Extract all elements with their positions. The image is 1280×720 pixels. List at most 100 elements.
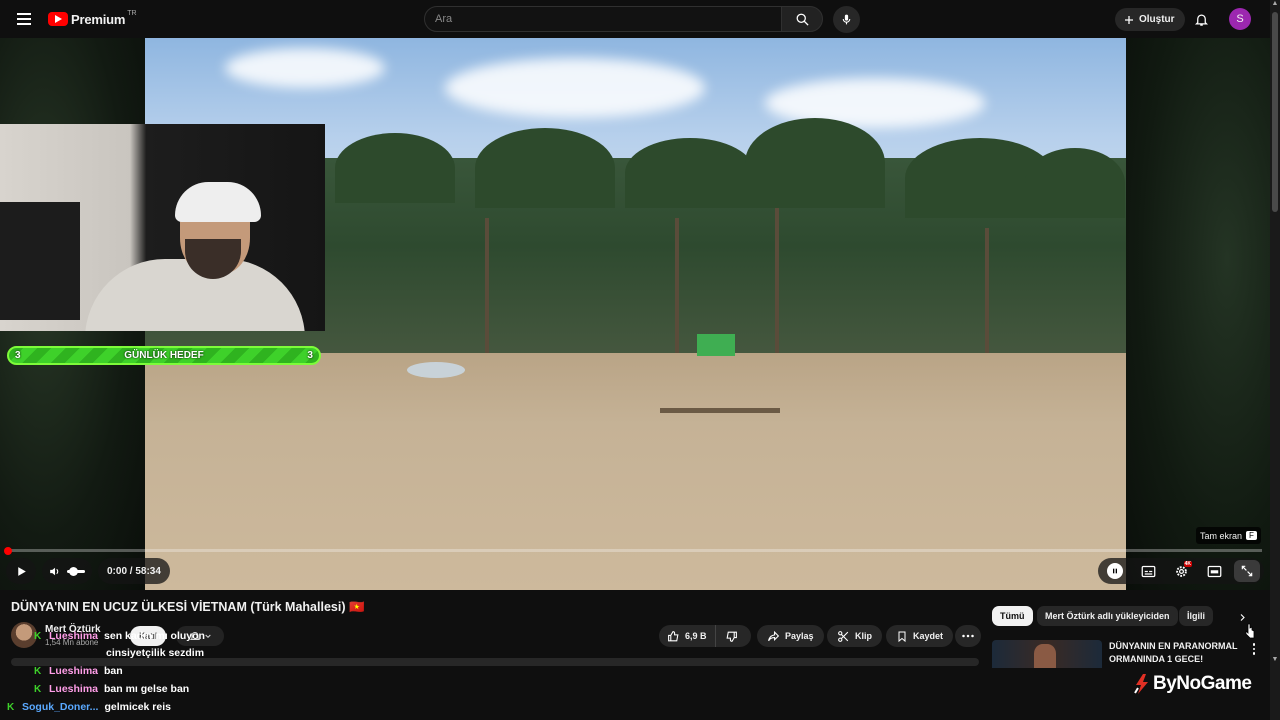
youtube-play-icon	[48, 12, 68, 26]
webcam-overlay	[0, 124, 325, 331]
volume-icon	[50, 567, 59, 575]
time-display: 0:00 / 58:34	[98, 558, 170, 584]
more-horizontal-icon	[962, 634, 974, 638]
bell-icon	[1194, 14, 1208, 26]
quality-badge: 4K	[1183, 561, 1192, 567]
goal-right-count: 3	[307, 350, 313, 361]
chat-message: K Lueshima ban mı gelse ban	[34, 683, 189, 695]
goal-label: GÜNLÜK HEDEF	[124, 350, 204, 361]
volume-control[interactable]	[42, 558, 92, 584]
beach-sand	[145, 353, 1126, 590]
chat-badge-icon: K	[7, 702, 15, 713]
boat	[407, 362, 465, 378]
fullscreen-button[interactable]	[1234, 560, 1260, 582]
watermark-text: ByNoGame	[1153, 673, 1252, 694]
menu-icon[interactable]	[12, 7, 36, 31]
recommended-video-thumbnail[interactable]	[992, 640, 1102, 668]
account-avatar[interactable]: S	[1229, 8, 1251, 30]
chat-badge-icon: K	[34, 631, 42, 642]
chip-related[interactable]: İlgili	[1179, 606, 1213, 626]
chat-text: sen kadın mı oluyon	[104, 630, 205, 642]
recommended-video-menu-icon[interactable]	[1248, 640, 1260, 658]
goal-left-count: 3	[15, 350, 21, 361]
notifications-button[interactable]	[1190, 8, 1212, 30]
chat-user: Soguk_Doner...	[22, 701, 99, 713]
chip-from-uploader[interactable]: Mert Öztürk adlı yükleyiciden	[1037, 606, 1178, 626]
play-icon	[17, 566, 26, 576]
thumbs-down-icon	[726, 631, 737, 642]
play-button[interactable]	[6, 558, 36, 584]
theater-icon	[1207, 565, 1221, 577]
palm-crown	[1025, 148, 1125, 218]
save-button[interactable]: Kaydet	[886, 625, 954, 647]
scrollbar-thumb[interactable]	[1272, 12, 1278, 212]
palm-crown	[745, 118, 885, 208]
chat-text: gelmicek reis	[104, 701, 171, 713]
cloud	[445, 58, 705, 118]
video-player[interactable]: 3 GÜNLÜK HEDEF 3 Tam ekran F 0:00 / 58:3…	[0, 38, 1270, 590]
clip-label: Klip	[855, 631, 872, 641]
search-box	[424, 6, 782, 32]
chip-all[interactable]: Tümü	[992, 606, 1033, 626]
bynogame-logo-icon	[1134, 674, 1148, 694]
more-actions-button[interactable]	[955, 625, 981, 647]
brand-name: Premium	[71, 11, 126, 27]
progress-bar[interactable]	[8, 549, 1262, 552]
palm-crown	[625, 138, 755, 208]
green-hut	[697, 334, 735, 356]
autoplay-toggle[interactable]	[1102, 560, 1128, 582]
palm-crown	[335, 133, 455, 203]
like-count: 6,9 B	[685, 631, 707, 641]
plus-icon	[1125, 15, 1133, 24]
chat-user: Lueshima	[49, 630, 99, 642]
save-label: Kaydet	[913, 631, 944, 641]
thumbs-up-icon	[668, 630, 679, 641]
chat-message: K Lueshima ban	[34, 665, 123, 677]
progress-scrubber[interactable]	[4, 547, 12, 555]
pause-icon	[1107, 563, 1123, 579]
voice-search-button[interactable]	[833, 6, 860, 33]
clip-button[interactable]: Klip	[827, 625, 882, 647]
create-button[interactable]: Oluştur	[1115, 8, 1185, 31]
fullscreen-tip-key: F	[1246, 531, 1257, 540]
chat-badge-icon: K	[34, 666, 42, 677]
fullscreen-tooltip: Tam ekran F	[1196, 527, 1261, 544]
search-input[interactable]	[425, 7, 781, 31]
chat-badge-icon: K	[34, 684, 42, 695]
streamer-cap	[175, 182, 261, 222]
share-icon	[768, 630, 780, 641]
palm-crown	[475, 128, 615, 208]
thumbnail-figure	[1034, 644, 1056, 668]
scroll-up-arrow-icon[interactable]: ▲	[1271, 0, 1279, 10]
daily-goal-bar: 3 GÜNLÜK HEDEF 3	[7, 346, 321, 365]
chevron-right-icon	[1240, 613, 1245, 621]
create-label: Oluştur	[1139, 14, 1175, 25]
youtube-premium-logo[interactable]: Premium TR	[48, 8, 137, 30]
volume-slider[interactable]	[67, 566, 85, 576]
driftwood	[660, 408, 780, 413]
description-box[interactable]	[11, 658, 979, 666]
search-button[interactable]	[781, 6, 823, 32]
recommended-video-title[interactable]: DÜNYANIN EN PARANORMAL ORMANINDA 1 GECE!	[1109, 640, 1239, 666]
like-button[interactable]: 6,9 B	[659, 625, 716, 647]
settings-button[interactable]: 4K	[1168, 560, 1194, 582]
background-monitor	[0, 202, 80, 320]
video-title: DÜNYA'NIN EN UCUZ ÜLKESİ VİETNAM (Türk M…	[11, 600, 365, 614]
ambient-glow-right	[1126, 38, 1270, 590]
theater-mode-button[interactable]	[1201, 560, 1227, 582]
fullscreen-tip-label: Tam ekran	[1200, 530, 1243, 541]
cloud	[225, 48, 385, 88]
region-code: TR	[127, 9, 137, 17]
expand-icon	[1241, 565, 1253, 577]
scissors-icon	[838, 630, 849, 642]
mouse-cursor-icon	[1245, 623, 1255, 639]
search-icon	[796, 13, 809, 26]
subtitles-button[interactable]	[1135, 560, 1161, 582]
chat-user: Lueshima	[49, 665, 99, 677]
share-button[interactable]: Paylaş	[757, 625, 824, 647]
chat-text: ban mı gelse ban	[104, 683, 190, 695]
dislike-button[interactable]	[716, 625, 748, 647]
chat-message: cinsiyetçilik sezdim	[106, 647, 204, 659]
scroll-down-arrow-icon[interactable]: ▼	[1271, 656, 1279, 666]
bookmark-icon	[898, 631, 906, 642]
